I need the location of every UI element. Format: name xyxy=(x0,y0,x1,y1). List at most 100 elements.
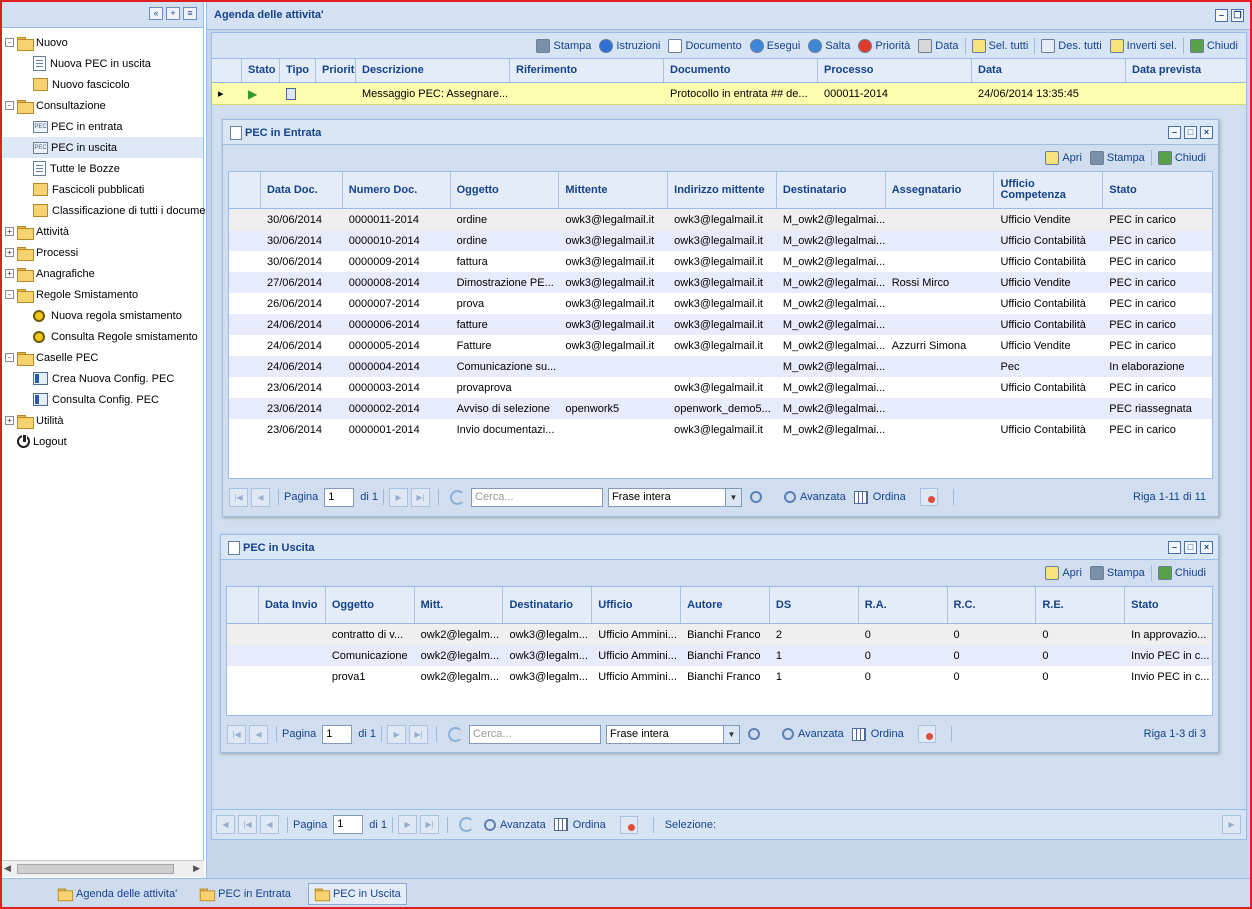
refresh-icon[interactable] xyxy=(450,489,466,505)
priorit-button[interactable]: Priorità xyxy=(854,36,914,56)
inverti-sel-button[interactable]: Inverti sel. xyxy=(1106,36,1181,56)
chevron-down-icon[interactable]: ▼ xyxy=(725,488,742,506)
sel-tutti-button[interactable]: Sel. tutti xyxy=(968,36,1033,56)
column-header-data-prevista[interactable]: Data prevista xyxy=(1126,59,1226,82)
search-mode-select[interactable]: Frase intera ▼ xyxy=(608,487,743,507)
agenda-row[interactable]: ▸ ▶ Messaggio PEC: Assegnare... Protocollo … xyxy=(212,83,1246,105)
istruzioni-button[interactable]: Istruzioni xyxy=(595,36,664,56)
tree-item-consultazione[interactable]: - Consultazione xyxy=(0,95,203,116)
stampa-button[interactable]: Stampa xyxy=(532,36,595,56)
column-header-indirizzo-mittente[interactable]: Indirizzo mittente xyxy=(668,172,777,208)
column-header-data-doc[interactable]: Data Doc. xyxy=(261,172,343,208)
page-number-input[interactable]: 1 xyxy=(322,724,353,744)
clear-filter-icon[interactable] xyxy=(917,725,936,743)
minimize-icon[interactable]: – xyxy=(1168,126,1181,139)
advanced-search-button[interactable]: Avanzata xyxy=(480,815,550,835)
table-row[interactable]: 24/06/2014 0000006-2014 fatture owk3@legalm… xyxy=(229,314,1212,335)
table-row[interactable]: 24/06/2014 0000004-2014 Comunicazione su..… xyxy=(229,356,1212,377)
column-header-ufficio[interactable]: Ufficio xyxy=(592,587,682,623)
column-header-data-invio[interactable]: Data Invio xyxy=(259,587,326,623)
previous-page-icon[interactable]: ◀ xyxy=(251,487,270,507)
restore-icon[interactable]: ❐ xyxy=(1231,9,1244,22)
collapse-icon[interactable]: - xyxy=(5,101,14,110)
expand-icon[interactable]: + xyxy=(5,227,14,236)
table-row[interactable]: 30/06/2014 0000010-2014 ordine owk3@legalma… xyxy=(229,230,1212,251)
column-header-data[interactable]: Data xyxy=(972,59,1126,82)
table-row[interactable]: 23/06/2014 0000001-2014 Invio documentazi.… xyxy=(229,419,1212,440)
taskbar-item-pec-in-uscita[interactable]: PEC in Uscita xyxy=(307,883,407,905)
table-row[interactable]: 27/06/2014 0000008-2014 Dimostrazione PE..… xyxy=(229,272,1212,293)
first-page-icon[interactable]: |◀ xyxy=(238,815,257,834)
refresh-icon[interactable] xyxy=(448,726,464,742)
minimize-icon[interactable]: – xyxy=(1215,9,1228,22)
tree-item-fascicoli-pubblicati[interactable]: Fascicoli pubblicati xyxy=(0,179,203,200)
scroll-left-icon[interactable]: ◀ xyxy=(216,815,235,834)
stampa-button[interactable]: Stampa xyxy=(1086,563,1149,583)
table-row[interactable]: prova1 owk2@legalm... owk3@legalm... Uffici… xyxy=(227,666,1212,687)
chiudi-button[interactable]: Chiudi xyxy=(1154,148,1210,168)
sort-button[interactable]: Ordina xyxy=(850,487,910,507)
table-row[interactable]: 26/06/2014 0000007-2014 prova owk3@legalmai… xyxy=(229,293,1212,314)
expand-all-icon[interactable]: + xyxy=(166,7,180,20)
stampa-button[interactable]: Stampa xyxy=(1086,148,1149,168)
des-tutti-button[interactable]: Des. tutti xyxy=(1037,36,1105,56)
clear-filter-icon[interactable] xyxy=(619,815,638,834)
first-page-icon[interactable]: |◀ xyxy=(229,487,248,507)
page-number-input[interactable]: 1 xyxy=(333,815,364,834)
tree-item-pec-in-uscita[interactable]: PEC PEC in uscita xyxy=(0,137,203,158)
column-header-mitt[interactable]: Mitt. xyxy=(415,587,504,623)
column-header-r-a[interactable]: R.A. xyxy=(859,587,948,623)
chevron-down-icon[interactable]: ▼ xyxy=(723,725,740,743)
apri-button[interactable]: Apri xyxy=(1041,148,1086,168)
chiudi-button[interactable]: Chiudi xyxy=(1186,36,1242,56)
column-header-r-e[interactable]: R.E. xyxy=(1036,587,1126,623)
table-row[interactable]: 30/06/2014 0000009-2014 fattura owk3@legalm… xyxy=(229,251,1212,272)
tree-item-caselle-pec[interactable]: - Caselle PEC xyxy=(0,347,203,368)
table-row[interactable]: 30/06/2014 0000011-2014 ordine owk3@legalma… xyxy=(229,209,1212,230)
collapse-icon[interactable]: - xyxy=(5,353,14,362)
column-header-oggetto[interactable]: Oggetto xyxy=(326,587,415,623)
sort-button[interactable]: Ordina xyxy=(848,724,908,744)
salta-button[interactable]: Salta xyxy=(804,36,854,56)
column-header-assegnatario[interactable]: Assegnatario xyxy=(886,172,995,208)
collapse-icon[interactable]: - xyxy=(5,290,14,299)
search-icon[interactable] xyxy=(748,728,761,740)
last-page-icon[interactable]: ▶| xyxy=(409,724,429,744)
column-header-processo[interactable]: Processo xyxy=(818,59,972,82)
esegui-button[interactable]: Esegui xyxy=(746,36,805,56)
column-header-priorit[interactable]: Priorit xyxy=(316,59,356,82)
column-header-ufficio-competenza[interactable]: Ufficio Competenza xyxy=(994,172,1104,208)
minimize-icon[interactable]: – xyxy=(1168,541,1181,554)
expand-icon[interactable]: + xyxy=(5,248,14,257)
tree-item-nuova-regola-smistamento[interactable]: Nuova regola smistamento xyxy=(0,305,203,326)
tree-item-nuovo-fascicolo[interactable]: Nuovo fascicolo xyxy=(0,74,203,95)
sidebar-horizontal-scrollbar[interactable]: ◀ ▶ xyxy=(0,860,204,877)
table-row[interactable]: 23/06/2014 0000003-2014 provaprova owk3@leg… xyxy=(229,377,1212,398)
tree-item-regole-smistamento[interactable]: - Regole Smistamento xyxy=(0,284,203,305)
column-header-oggetto[interactable]: Oggetto xyxy=(451,172,560,208)
apri-button[interactable]: Apri xyxy=(1041,563,1086,583)
column-header-r-c[interactable]: R.C. xyxy=(948,587,1037,623)
page-number-input[interactable]: 1 xyxy=(324,487,355,507)
tree-item-anagrafiche[interactable]: + Anagrafiche xyxy=(0,263,203,284)
table-row[interactable]: 23/06/2014 0000002-2014 Avviso di selezion… xyxy=(229,398,1212,419)
column-header-riferimento[interactable]: Riferimento xyxy=(510,59,664,82)
collapse-icon[interactable]: - xyxy=(5,38,14,47)
expand-icon[interactable]: + xyxy=(5,269,14,278)
tree-item-crea-nuova-config-pec[interactable]: Crea Nuova Config. PEC xyxy=(0,368,203,389)
first-page-icon[interactable]: |◀ xyxy=(227,724,246,744)
next-page-icon[interactable]: ▶ xyxy=(398,815,418,834)
advanced-search-button[interactable]: Avanzata xyxy=(778,724,848,744)
column-header-numero-doc[interactable]: Numero Doc. xyxy=(343,172,451,208)
expand-icon[interactable]: + xyxy=(5,416,14,425)
table-row[interactable]: 24/06/2014 0000005-2014 Fatture owk3@legalm… xyxy=(229,335,1212,356)
tree-item-utilit[interactable]: + Utilità xyxy=(0,410,203,431)
column-header-autore[interactable]: Autore xyxy=(681,587,770,623)
close-icon[interactable]: × xyxy=(1200,126,1213,139)
documento-button[interactable]: Documento xyxy=(664,36,745,56)
close-icon[interactable]: × xyxy=(1200,541,1213,554)
tree-item-logout[interactable]: Logout xyxy=(0,431,203,452)
search-icon[interactable] xyxy=(750,491,763,503)
last-page-icon[interactable]: ▶| xyxy=(411,487,431,507)
column-header-tipo[interactable]: Tipo xyxy=(280,59,316,82)
